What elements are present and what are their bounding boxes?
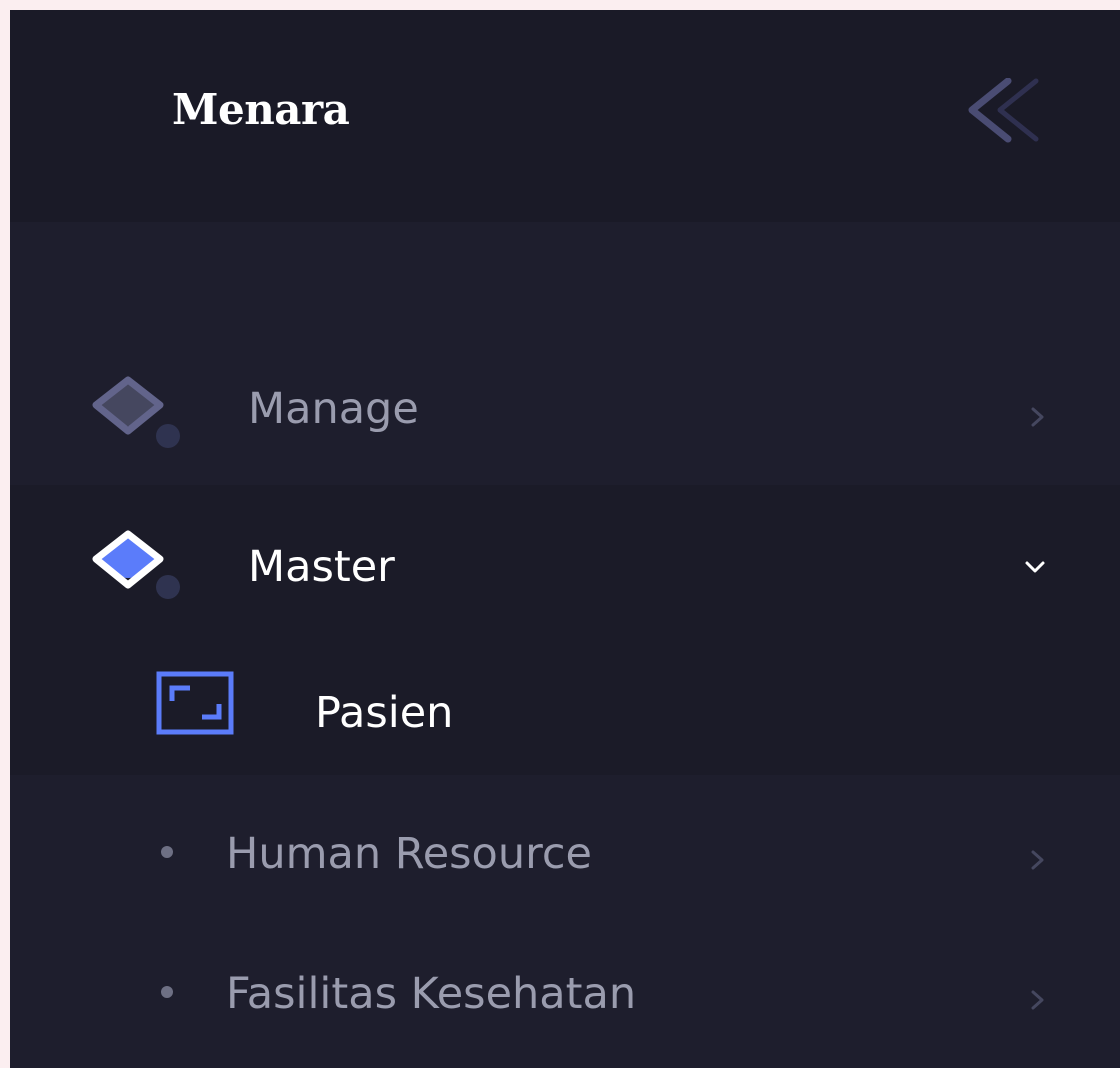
sidebar: Menara Manage Master Pasien Human Resour… [10,10,1120,1068]
sidebar-item-master[interactable]: Master [10,485,1120,635]
sidebar-item-label: Manage [248,384,419,434]
chevron-right-icon [1015,980,1055,1020]
drop-box-icon [82,363,192,453]
brand-logo-text: Menara [172,85,350,134]
sidebar-subitem-label: Pasien [315,688,454,738]
sidebar-collapse-button[interactable] [960,77,1044,148]
sidebar-item-label: Master [248,542,395,592]
sidebar-item-label: Human Resource [226,829,592,879]
sidebar-subitem-pasien[interactable]: Pasien [10,635,1120,775]
sidebar-item-human-resource[interactable]: Human Resource [10,780,1120,915]
bullet-dot [161,986,173,998]
chevron-down-icon [1015,547,1055,587]
sidebar-header: Menara [10,10,1120,222]
sidebar-item-fasilitas-kesehatan[interactable]: Fasilitas Kesehatan [10,920,1120,1055]
double-chevron-left-icon [968,77,1039,143]
sidebar-item-manage[interactable]: Manage [10,340,1120,485]
sidebar-item-label: Fasilitas Kesehatan [226,969,637,1019]
frame-icon [156,671,236,735]
bullet-dot [161,846,173,858]
drop-box-icon [82,515,192,605]
chevron-right-icon [1015,840,1055,880]
chevron-right-icon [1015,397,1055,437]
